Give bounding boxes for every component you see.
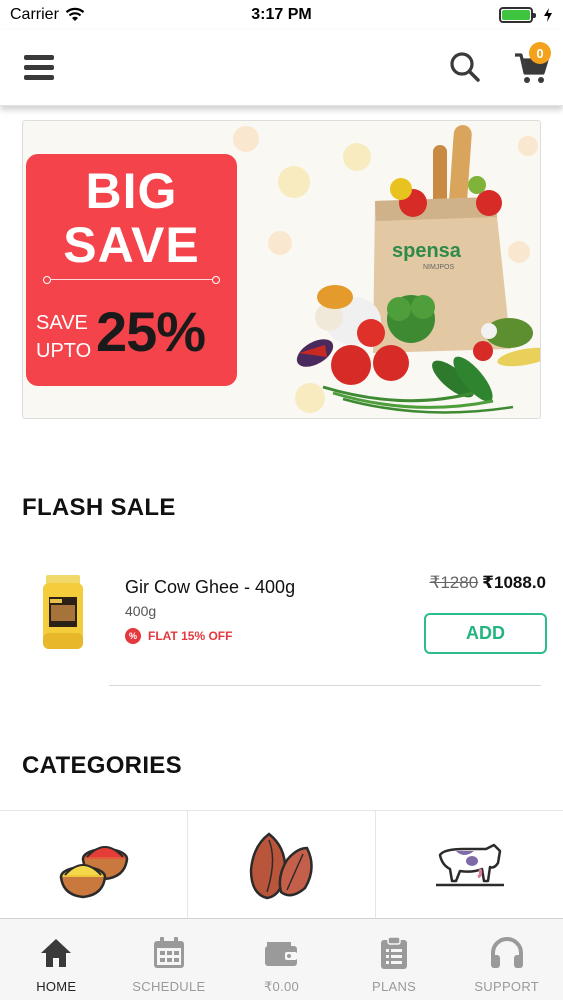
clipboard-icon bbox=[376, 935, 412, 971]
category-item-spices[interactable] bbox=[0, 811, 188, 920]
promo-headline: BIG SAVE bbox=[26, 164, 237, 272]
promo-divider bbox=[43, 276, 220, 284]
bottom-nav: HOME SCHEDULE ₹0.00 PLANS SUPPORT bbox=[0, 918, 563, 1000]
ghee-jar-image bbox=[43, 575, 83, 649]
promo-save-text: SAVE UPTO bbox=[36, 309, 91, 365]
price-sale: ₹1088.0 bbox=[482, 573, 546, 592]
product-offer: % FLAT 15% OFF bbox=[125, 628, 232, 644]
categories-grid bbox=[0, 810, 563, 920]
product-prices: ₹1280 ₹1088.0 bbox=[430, 573, 546, 593]
promo-save-line-1: SAVE bbox=[36, 312, 88, 334]
bag-brand: spensa bbox=[392, 240, 462, 262]
app-header bbox=[0, 30, 563, 106]
product-name: Gir Cow Ghee - 400g bbox=[125, 577, 296, 597]
price-original: ₹1280 bbox=[429, 573, 479, 592]
nav-label-wallet: ₹0.00 bbox=[263, 979, 300, 994]
spice-bowls-icon bbox=[59, 845, 128, 898]
nav-label-support: SUPPORT bbox=[474, 979, 540, 994]
promo-percent: 25% bbox=[96, 300, 206, 363]
promo-headline-big: BIG bbox=[85, 163, 178, 219]
promo-headline-save: SAVE bbox=[63, 217, 200, 273]
search-icon[interactable] bbox=[448, 50, 482, 84]
nav-item-plans[interactable]: PLANS bbox=[338, 919, 451, 1000]
promo-banner[interactable]: BIG SAVE SAVE UPTO 25% spensa NIMJPOS bbox=[22, 120, 541, 419]
product-divider bbox=[109, 685, 541, 686]
headphones-icon bbox=[489, 935, 525, 971]
promo-save-line-2: UPTO bbox=[36, 340, 92, 362]
status-left: Carrier bbox=[10, 6, 85, 24]
flash-sale-title: FLASH SALE bbox=[22, 494, 176, 521]
nav-label-plans: PLANS bbox=[372, 979, 417, 994]
nav-item-home[interactable]: HOME bbox=[0, 919, 113, 1000]
almonds-icon bbox=[249, 831, 313, 899]
nav-item-wallet[interactable]: ₹0.00 bbox=[225, 919, 338, 1000]
offer-badge-icon: % bbox=[125, 628, 141, 644]
menu-icon[interactable] bbox=[24, 50, 58, 84]
home-icon bbox=[38, 935, 74, 971]
cart-count-badge: 0 bbox=[529, 42, 551, 64]
category-item-dairy[interactable] bbox=[376, 811, 563, 920]
category-item-dry-fruits[interactable] bbox=[188, 811, 376, 920]
promo-card: BIG SAVE SAVE UPTO 25% bbox=[26, 154, 237, 386]
carrier-label: Carrier bbox=[10, 6, 59, 23]
nav-label-home: HOME bbox=[36, 979, 77, 994]
add-to-cart-button[interactable]: ADD bbox=[424, 613, 547, 654]
wifi-icon bbox=[65, 7, 85, 21]
calendar-icon bbox=[151, 935, 187, 971]
status-right bbox=[499, 7, 553, 23]
charging-icon bbox=[544, 8, 552, 22]
cow-icon bbox=[435, 843, 504, 886]
battery-icon bbox=[499, 7, 536, 23]
grocery-bag-image: spensa NIMJPOS bbox=[296, 125, 540, 414]
offer-text: FLAT 15% OFF bbox=[148, 629, 233, 643]
nav-item-support[interactable]: SUPPORT bbox=[450, 919, 563, 1000]
bag-brand-sub: NIMJPOS bbox=[423, 264, 454, 271]
flash-sale-product[interactable]: Gir Cow Ghee - 400g 400g % FLAT 15% OFF … bbox=[0, 555, 563, 685]
wallet-icon bbox=[263, 935, 299, 971]
product-weight: 400g bbox=[125, 603, 157, 619]
nav-item-schedule[interactable]: SCHEDULE bbox=[113, 919, 226, 1000]
categories-title: CATEGORIES bbox=[22, 752, 182, 779]
nav-label-schedule: SCHEDULE bbox=[132, 979, 206, 994]
status-bar: Carrier 3:17 PM bbox=[0, 0, 563, 30]
